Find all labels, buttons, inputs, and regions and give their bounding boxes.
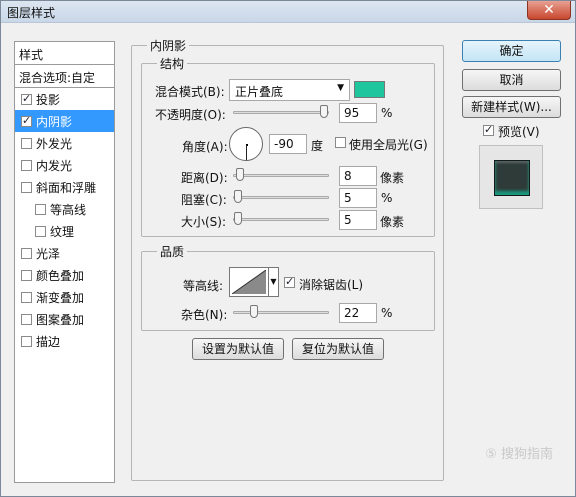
style-item-label: 纹理 [50, 224, 75, 239]
choke-slider-thumb[interactable] [234, 190, 242, 203]
distance-slider-thumb[interactable] [236, 168, 244, 181]
style-item-label: 光泽 [36, 246, 61, 261]
noise-input[interactable]: 22 [339, 303, 377, 323]
style-checkbox[interactable] [21, 269, 32, 281]
style-item[interactable]: 光泽 [15, 242, 114, 264]
chevron-down-icon: ▼ [337, 83, 344, 93]
quality-title: 品质 [157, 243, 188, 260]
style-item[interactable]: 渐变叠加 [15, 286, 114, 308]
distance-slider-track[interactable] [233, 174, 329, 177]
style-item[interactable]: 投影 [15, 88, 114, 110]
style-item-label: 描边 [36, 334, 61, 349]
opacity-slider-thumb[interactable] [320, 105, 328, 118]
contour-curve-icon [232, 270, 266, 294]
style-item[interactable]: 颜色叠加 [15, 264, 114, 286]
distance-input[interactable]: 8 [339, 166, 377, 186]
shadow-color-swatch[interactable] [354, 81, 385, 98]
angle-dial[interactable] [229, 127, 263, 161]
contour-picker[interactable] [229, 267, 269, 297]
angle-unit: 度 [311, 139, 324, 153]
contour-dropdown-arrow[interactable]: ▼ [269, 267, 279, 297]
style-item-label: 图案叠加 [36, 312, 85, 327]
style-item-label: 内阴影 [36, 114, 73, 129]
style-item[interactable]: 图案叠加 [15, 308, 114, 330]
style-item[interactable]: 斜面和浮雕 [15, 176, 114, 198]
style-item[interactable]: 外发光 [15, 132, 114, 154]
size-input[interactable]: 5 [339, 210, 377, 230]
angle-needle-icon [246, 145, 247, 160]
style-item[interactable]: 纹理 [15, 220, 114, 242]
blend-mode-select[interactable]: 正片叠底 ▼ [229, 79, 350, 101]
new-style-button[interactable]: 新建样式(W)... [462, 96, 561, 118]
noise-slider-track[interactable] [233, 311, 329, 314]
inner-shadow-title: 内阴影 [147, 37, 190, 54]
choke-input[interactable]: 5 [339, 188, 377, 208]
styles-header[interactable]: 样式 [15, 42, 114, 65]
style-checkbox[interactable] [21, 181, 32, 193]
size-label: 大小(S): [181, 215, 227, 229]
style-checkbox[interactable] [21, 335, 32, 347]
reset-default-button[interactable]: 复位为默认值 [292, 338, 384, 360]
size-unit: 像素 [380, 215, 405, 229]
preview-checkbox[interactable] [483, 123, 494, 136]
global-light-checkbox[interactable] [335, 137, 346, 148]
size-slider-track[interactable] [233, 218, 329, 221]
style-item-label: 投影 [36, 92, 61, 107]
set-default-button[interactable]: 设置为默认值 [192, 338, 284, 360]
style-checkbox[interactable] [21, 159, 32, 171]
noise-slider-thumb[interactable] [250, 305, 258, 318]
style-item[interactable]: 描边 [15, 330, 114, 352]
blend-options-item[interactable]: 混合选项:自定 [15, 65, 114, 88]
global-light-label[interactable]: 使用全局光(G) [349, 136, 428, 153]
anti-alias-checkbox[interactable] [284, 275, 295, 288]
title-bar: 图层样式 ✕ [1, 1, 575, 23]
cancel-button[interactable]: 取消 [462, 69, 561, 91]
style-item[interactable]: 内阴影 [15, 110, 114, 132]
blend-mode-label: 混合模式(B): [155, 85, 225, 99]
style-checkbox[interactable] [21, 114, 32, 127]
style-item-label: 等高线 [50, 202, 87, 217]
preview-label[interactable]: 预览(V) [498, 123, 540, 140]
noise-label: 杂色(N): [181, 308, 228, 322]
angle-input[interactable]: -90 [269, 134, 307, 154]
style-item-label: 外发光 [36, 136, 73, 151]
close-button[interactable]: ✕ [527, 1, 571, 20]
choke-label: 阻塞(C): [181, 193, 227, 207]
style-checkbox[interactable] [21, 313, 32, 325]
distance-unit: 像素 [380, 171, 405, 185]
opacity-label: 不透明度(O): [155, 108, 226, 122]
opacity-unit: % [381, 106, 393, 120]
style-item[interactable]: 内发光 [15, 154, 114, 176]
choke-slider-track[interactable] [233, 196, 329, 199]
angle-label: 角度(A): [182, 140, 228, 154]
style-checkbox[interactable] [21, 137, 32, 149]
ok-button[interactable]: 确定 [462, 40, 561, 62]
size-slider-thumb[interactable] [234, 212, 242, 225]
styles-list: 样式 混合选项:自定 投影内阴影外发光内发光斜面和浮雕等高线纹理光泽颜色叠加渐变… [14, 41, 115, 483]
preview-thumbnail [494, 160, 530, 196]
style-checkbox[interactable] [35, 225, 46, 237]
opacity-input[interactable]: 95 [339, 103, 377, 123]
style-checkbox[interactable] [21, 92, 32, 105]
style-checkbox[interactable] [21, 247, 32, 259]
watermark-text: ⑤ 搜狗指南 [485, 447, 553, 462]
style-item-label: 斜面和浮雕 [36, 180, 97, 195]
structure-title: 结构 [157, 55, 188, 72]
style-preview [479, 145, 543, 209]
style-checkbox[interactable] [35, 203, 46, 215]
style-item-label: 渐变叠加 [36, 290, 85, 305]
opacity-slider-track[interactable] [233, 111, 329, 114]
style-item-label: 颜色叠加 [36, 268, 85, 283]
contour-label: 等高线: [183, 279, 224, 293]
blend-mode-value: 正片叠底 [235, 85, 284, 99]
window-title: 图层样式 [7, 6, 56, 20]
anti-alias-label[interactable]: 消除锯齿(L) [299, 276, 363, 293]
style-item[interactable]: 等高线 [15, 198, 114, 220]
style-item-label: 内发光 [36, 158, 73, 173]
distance-label: 距离(D): [181, 171, 228, 185]
choke-unit: % [381, 191, 393, 205]
style-checkbox[interactable] [21, 291, 32, 303]
layer-style-dialog: 图层样式 ✕ 样式 混合选项:自定 投影内阴影外发光内发光斜面和浮雕等高线纹理光… [0, 0, 576, 497]
noise-unit: % [381, 306, 393, 320]
